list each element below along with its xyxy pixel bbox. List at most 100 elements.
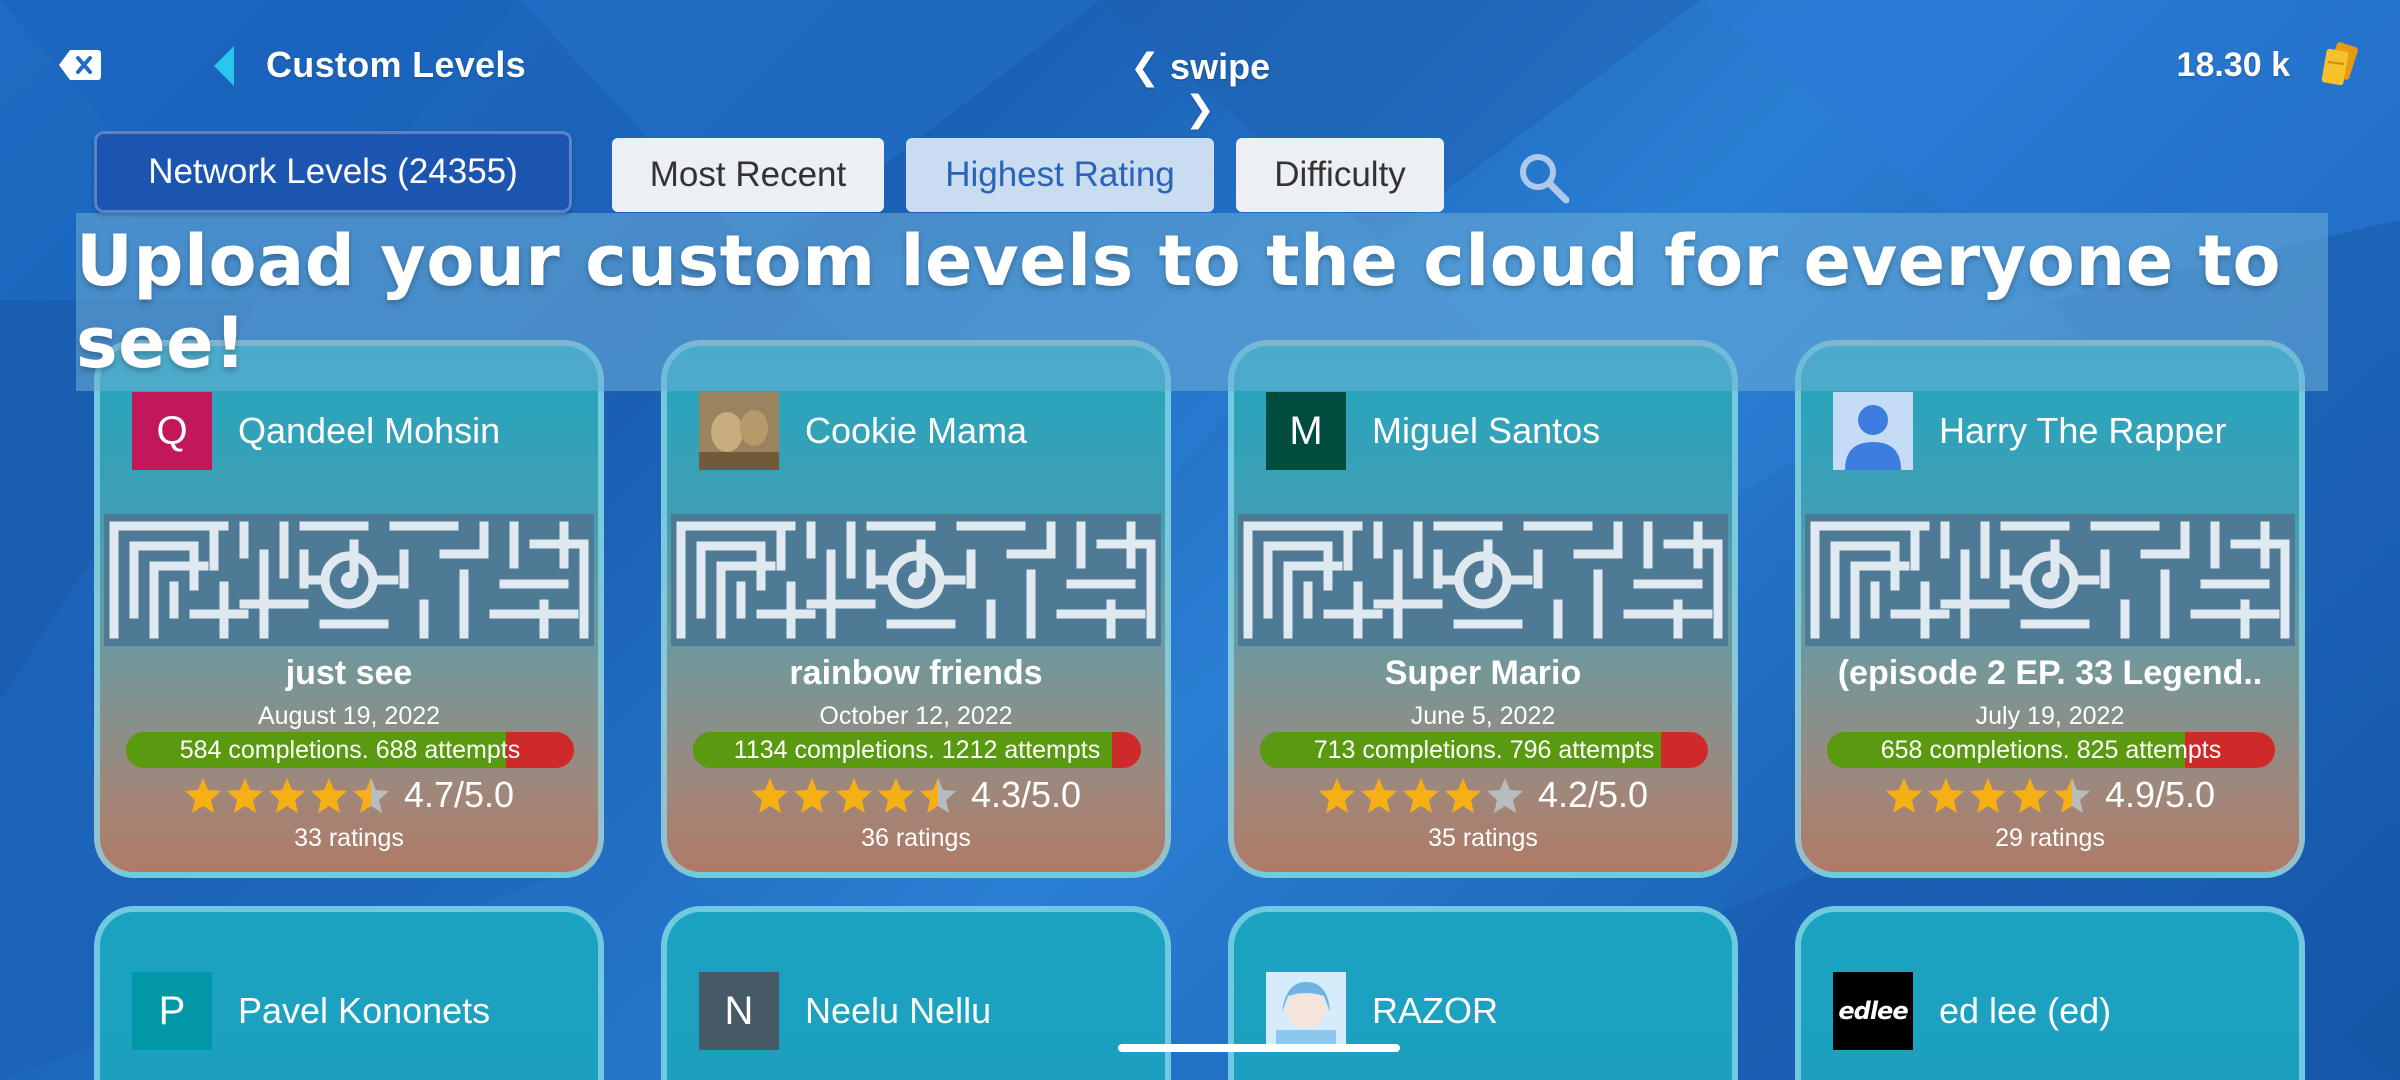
completion-text: 584 completions. 688 attempts — [179, 735, 521, 764]
star-icon — [835, 776, 873, 814]
completion-bar: 658 completions. 825 attempts — [1827, 732, 2275, 768]
level-card[interactable]: RAZOR — [1228, 906, 1738, 1080]
avatar-letter: M — [1289, 408, 1323, 453]
rating-row: 4.2/5.0 — [1234, 774, 1732, 816]
avatar — [699, 392, 779, 470]
star-icon — [1885, 776, 1923, 814]
avatar: N — [699, 972, 779, 1050]
level-thumbnail — [104, 514, 594, 646]
home-indicator[interactable] — [1118, 1044, 1400, 1052]
completion-bar: 713 completions. 796 attempts — [1260, 732, 1708, 768]
author-row: RAZOR — [1266, 972, 1498, 1050]
star-icon — [1486, 776, 1524, 814]
star-icon — [184, 776, 222, 814]
level-card[interactable]: Q Qandeel Mohsin just see August 19, 202… — [94, 340, 604, 878]
close-icon[interactable] — [58, 48, 102, 82]
level-card[interactable]: edlee ed lee (ed) — [1795, 906, 2305, 1080]
top-bar: Custom Levels ❮ swipe ❯ 18.30 k — [0, 0, 2400, 130]
completion-text: 713 completions. 796 attempts — [1313, 735, 1655, 764]
rating-value: 4.7/5.0 — [403, 774, 515, 815]
rating-value: 4.9/5.0 — [2104, 774, 2216, 815]
search-icon[interactable] — [1516, 150, 1572, 206]
network-levels-button[interactable]: Network Levels (24355) — [94, 131, 572, 213]
completion-bar: 1134 completions. 1212 attempts — [693, 732, 1141, 768]
avatar: M — [1266, 392, 1346, 470]
avatar-logo-text: edlee — [1838, 997, 1908, 1025]
author-row: M Miguel Santos — [1266, 392, 1600, 470]
ratings-count: 29 ratings — [1995, 824, 2105, 852]
star-icon — [2011, 776, 2049, 814]
star-icon — [226, 776, 264, 814]
tab-difficulty[interactable]: Difficulty — [1236, 138, 1444, 212]
level-title: rainbow friends — [789, 654, 1043, 692]
author-name: Harry The Rapper — [1939, 410, 2227, 451]
star-icon — [310, 776, 348, 814]
completion-text: 1134 completions. 1212 attempts — [733, 735, 1101, 764]
completion-text: 658 completions. 825 attempts — [1880, 735, 2222, 764]
level-date: August 19, 2022 — [257, 702, 441, 730]
avatar-letter: N — [724, 988, 754, 1033]
star-icon — [1969, 776, 2007, 814]
tab-highest-rating[interactable]: Highest Rating — [906, 138, 1214, 212]
star-icon — [1927, 776, 1965, 814]
level-card[interactable]: N Neelu Nellu — [661, 906, 1171, 1080]
currency-amount: 18.30 k — [2176, 46, 2290, 84]
author-row: P Pavel Kononets — [132, 972, 490, 1050]
level-date: July 19, 2022 — [1975, 702, 2125, 730]
rating-row: 4.9/5.0 — [1801, 774, 2299, 816]
avatar: Q — [132, 392, 212, 470]
ratings-count: 33 ratings — [294, 824, 404, 852]
author-name: Qandeel Mohsin — [238, 410, 501, 451]
author-name: Cookie Mama — [805, 410, 1028, 451]
star-icon — [751, 776, 789, 814]
completion-bar: 584 completions. 688 attempts — [126, 732, 574, 768]
star-icon — [919, 776, 957, 814]
level-title: (episode 2 EP. 33 Legend.. — [1837, 654, 2263, 692]
rating-row: 4.3/5.0 — [667, 774, 1165, 816]
author-row: N Neelu Nellu — [699, 972, 991, 1050]
avatar — [1833, 392, 1913, 470]
level-title: Super Mario — [1384, 654, 1582, 692]
level-thumbnail — [1805, 514, 2295, 646]
star-icon — [268, 776, 306, 814]
avatar — [1266, 972, 1346, 1050]
author-name: RAZOR — [1372, 990, 1498, 1031]
swipe-hint: ❮ swipe ❯ — [1129, 46, 1271, 129]
level-thumbnail — [1238, 514, 1728, 646]
level-card[interactable]: Harry The Rapper (episode 2 EP. 33 Legen… — [1795, 340, 2305, 878]
ratings-count: 36 ratings — [861, 824, 971, 852]
level-card[interactable]: M Miguel Santos Super Mario June 5, 2022… — [1228, 340, 1738, 878]
screen-title: Custom Levels — [266, 44, 526, 85]
star-rating — [1318, 776, 1524, 814]
level-thumbnail — [671, 514, 1161, 646]
star-icon — [1318, 776, 1356, 814]
ticket-icon — [2316, 40, 2362, 90]
star-icon — [793, 776, 831, 814]
avatar: edlee — [1833, 972, 1913, 1050]
author-name: Miguel Santos — [1372, 410, 1601, 451]
author-name: Neelu Nellu — [805, 990, 992, 1031]
level-date: October 12, 2022 — [819, 702, 1013, 730]
star-icon — [2053, 776, 2091, 814]
author-row: edlee ed lee (ed) — [1833, 972, 2111, 1050]
level-date: June 5, 2022 — [1410, 702, 1556, 730]
star-icon — [1444, 776, 1482, 814]
tab-most-recent[interactable]: Most Recent — [612, 138, 884, 212]
author-row: Q Qandeel Mohsin — [132, 392, 500, 470]
level-card[interactable]: P Pavel Kononets — [94, 906, 604, 1080]
star-rating — [751, 776, 957, 814]
star-rating — [1885, 776, 2091, 814]
star-icon — [1402, 776, 1440, 814]
level-title: just see — [285, 654, 413, 692]
rating-row: 4.7/5.0 — [100, 774, 598, 816]
upload-banner: Upload your custom levels to the cloud f… — [76, 213, 2328, 391]
star-icon — [352, 776, 390, 814]
author-row: Cookie Mama — [699, 392, 1027, 470]
ratings-count: 35 ratings — [1428, 824, 1538, 852]
author-name: ed lee (ed) — [1939, 990, 2112, 1031]
level-card[interactable]: Cookie Mama rainbow friends October 12, … — [661, 340, 1171, 878]
avatar-letter: P — [158, 988, 186, 1033]
avatar: P — [132, 972, 212, 1050]
back-arrow-icon[interactable] — [212, 44, 242, 88]
avatar-letter: Q — [156, 408, 188, 453]
